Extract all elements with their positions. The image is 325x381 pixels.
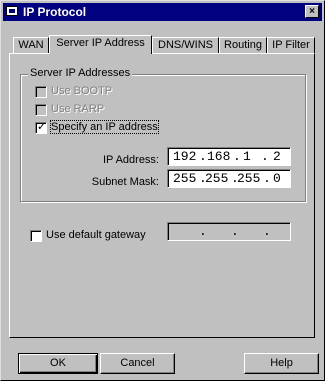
bootp-label: Use BOOTP <box>51 85 113 97</box>
ok-button[interactable]: OK <box>18 353 98 374</box>
bootp-checkbox[interactable] <box>35 86 47 98</box>
tab-strip: WAN Server IP Address DNS/WINS Routing I… <box>9 35 319 54</box>
subnet-mask-label: Subnet Mask: <box>91 176 159 188</box>
check-mark-icon: ✓ <box>37 121 47 133</box>
mask-octet-1: 255 <box>173 171 197 186</box>
tab-server-ip-address[interactable]: Server IP Address <box>49 35 152 54</box>
ip-address-field[interactable]: 192 . 168 . 1 . 2 <box>167 147 291 166</box>
tab-dns-wins[interactable]: DNS/WINS <box>152 37 219 53</box>
app-icon <box>6 6 18 16</box>
default-gateway-checkbox[interactable] <box>30 230 42 242</box>
ip-octet-3: 1 <box>243 149 251 164</box>
ip-address-label: IP Address: <box>102 154 159 166</box>
close-button[interactable]: × <box>305 5 319 18</box>
specify-ip-checkbox[interactable]: ✓ <box>35 121 47 134</box>
specify-ip-label: Specify an IP address <box>50 120 159 134</box>
gateway-address-field[interactable]: . . . <box>167 222 291 241</box>
default-gateway-label: Use default gateway <box>46 229 146 241</box>
ip-protocol-dialog: IP Protocol × WAN Server IP Address DNS/… <box>0 0 325 381</box>
rarp-checkbox[interactable] <box>35 104 47 116</box>
help-button[interactable]: Help <box>244 353 319 374</box>
tab-ip-filter[interactable]: IP Filter <box>267 37 315 53</box>
title-bar: IP Protocol × <box>3 3 322 21</box>
window-title: IP Protocol <box>23 5 87 19</box>
group-title: Server IP Addresses <box>28 67 133 79</box>
mask-octet-3: 255 <box>237 171 261 186</box>
tab-routing[interactable]: Routing <box>219 37 267 53</box>
mask-octet-2: 255 <box>205 171 229 186</box>
ip-octet-2: 168 <box>207 149 231 164</box>
ip-octet-4: 2 <box>273 149 281 164</box>
ip-octet-1: 192 <box>173 149 197 164</box>
rarp-label: Use RARP <box>51 103 105 115</box>
subnet-mask-field[interactable]: 255 . 255 . 255 . 0 <box>167 169 291 188</box>
tab-wan[interactable]: WAN <box>13 37 49 53</box>
cancel-button[interactable]: Cancel <box>100 353 175 374</box>
mask-octet-4: 0 <box>273 171 281 186</box>
